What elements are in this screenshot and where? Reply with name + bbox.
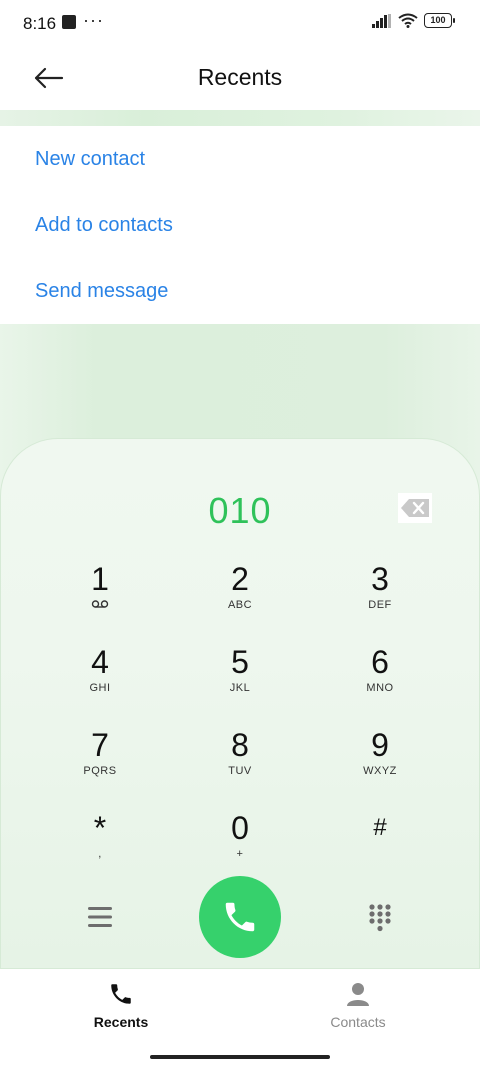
status-time: 8:16 bbox=[23, 14, 57, 33]
key-letters: DEF bbox=[368, 599, 392, 611]
action-menu: New contact Add to contacts Send message bbox=[0, 126, 480, 324]
key-0[interactable]: 0 + bbox=[180, 811, 300, 883]
key-digit: # bbox=[373, 814, 387, 841]
send-message-option[interactable]: Send message bbox=[35, 280, 168, 303]
wifi-icon bbox=[398, 13, 418, 28]
key-letters: JKL bbox=[229, 682, 251, 694]
key-digit: 0 bbox=[231, 810, 249, 846]
key-6[interactable]: 6 MNO bbox=[320, 645, 440, 717]
signal-icon bbox=[372, 13, 391, 28]
hamburger-icon bbox=[88, 907, 112, 927]
add-to-contacts-option[interactable]: Add to contacts bbox=[35, 214, 173, 237]
tab-recents[interactable]: Recents bbox=[46, 981, 196, 1030]
key-letters: GHI bbox=[89, 682, 111, 694]
key-letters: TUV bbox=[228, 765, 252, 777]
key-digit: 3 bbox=[371, 561, 389, 597]
app-header: Recents bbox=[0, 46, 480, 110]
backspace-icon bbox=[398, 493, 432, 523]
battery-icon: 100 bbox=[424, 13, 455, 28]
call-button[interactable] bbox=[199, 876, 281, 958]
key-letters: MNO bbox=[366, 682, 394, 694]
dialpad-grid-icon bbox=[369, 904, 391, 932]
key-star[interactable]: * , bbox=[40, 811, 160, 883]
key-9[interactable]: 9 WXYZ bbox=[320, 728, 440, 800]
key-letters: PQRS bbox=[83, 765, 117, 777]
key-digit: 4 bbox=[91, 644, 109, 680]
key-8[interactable]: 8 TUV bbox=[180, 728, 300, 800]
key-3[interactable]: 3 DEF bbox=[320, 562, 440, 634]
key-digit: 9 bbox=[371, 727, 389, 763]
notification-square-icon bbox=[62, 15, 76, 29]
more-notifications-icon: ··· bbox=[83, 10, 104, 30]
phone-icon bbox=[225, 902, 255, 932]
tab-contacts[interactable]: Contacts bbox=[283, 981, 433, 1030]
key-5[interactable]: 5 JKL bbox=[180, 645, 300, 717]
home-indicator[interactable] bbox=[150, 1055, 330, 1059]
key-digit: 6 bbox=[371, 644, 389, 680]
dialpad-toggle-button[interactable] bbox=[368, 903, 392, 938]
voicemail-icon bbox=[91, 600, 109, 608]
key-letters: , bbox=[98, 848, 102, 860]
status-bar: 8:16 ··· 100 bbox=[0, 0, 480, 46]
key-4[interactable]: 4 GHI bbox=[40, 645, 160, 717]
new-contact-option[interactable]: New contact bbox=[35, 148, 145, 171]
key-digit: 2 bbox=[231, 561, 249, 597]
person-icon bbox=[347, 983, 369, 1006]
key-letters: + bbox=[236, 848, 244, 860]
page-title: Recents bbox=[197, 64, 283, 90]
key-digit: * bbox=[93, 810, 107, 846]
tab-recents-label: Recents bbox=[93, 1014, 149, 1030]
key-2[interactable]: 2 ABC bbox=[180, 562, 300, 634]
key-7[interactable]: 7 PQRS bbox=[40, 728, 160, 800]
backspace-button[interactable] bbox=[398, 493, 432, 523]
key-letters: ABC bbox=[227, 599, 253, 611]
phone-icon bbox=[111, 984, 131, 1004]
divider-band bbox=[0, 110, 480, 126]
key-1[interactable]: 1 bbox=[40, 562, 160, 634]
key-digit: 5 bbox=[231, 644, 249, 680]
key-digit: 8 bbox=[231, 727, 249, 763]
menu-button[interactable] bbox=[86, 904, 114, 935]
key-digit: 7 bbox=[91, 727, 109, 763]
key-hash[interactable]: # bbox=[320, 811, 440, 883]
bottom-tab-bar: Recents Contacts bbox=[0, 969, 480, 1067]
status-icons: 100 bbox=[372, 13, 455, 28]
key-digit: 1 bbox=[91, 561, 109, 597]
tab-contacts-label: Contacts bbox=[330, 1014, 386, 1030]
key-letters: WXYZ bbox=[363, 765, 397, 777]
